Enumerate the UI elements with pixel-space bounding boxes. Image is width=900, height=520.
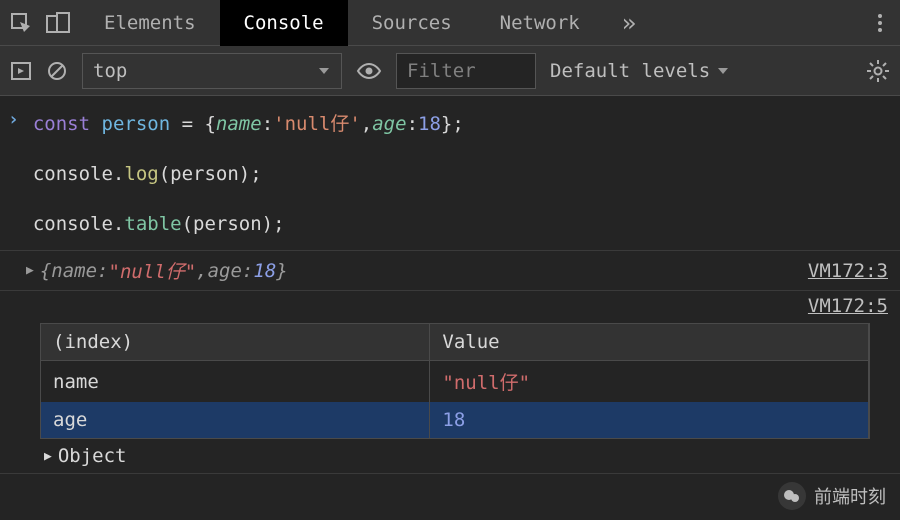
brace: { [204, 113, 215, 135]
identifier: person [102, 113, 171, 135]
comma: , [361, 113, 372, 135]
brace: }; [441, 113, 464, 135]
colon: : [262, 113, 273, 135]
out-number: 18 [253, 260, 276, 282]
property: name [216, 113, 262, 135]
chevron-down-icon [317, 64, 331, 78]
expand-triangle-icon[interactable]: ▶ [44, 449, 52, 464]
out-prop: age [208, 260, 242, 282]
operator: = [170, 113, 204, 135]
th-index[interactable]: (index) [41, 324, 430, 361]
table-row[interactable]: name "null仔" [41, 361, 869, 403]
value-number: 18 [442, 409, 465, 431]
tab-elements[interactable]: Elements [80, 0, 220, 46]
comma: , [196, 260, 207, 282]
dot: . [113, 213, 124, 235]
table-source-row: VM172:5 [0, 291, 900, 323]
brace: { [40, 260, 51, 282]
filter-input[interactable]: Filter [396, 53, 536, 89]
inspect-tools [0, 12, 80, 34]
method: log [124, 163, 158, 185]
tab-sources[interactable]: Sources [348, 0, 476, 46]
inspect-element-icon[interactable] [10, 12, 32, 34]
devtools-menu-icon[interactable] [860, 0, 900, 46]
console-toolbar: top Filter Default levels [0, 46, 900, 96]
context-label: top [93, 60, 127, 82]
args: (person); [182, 213, 285, 235]
chevron-down-icon [716, 64, 730, 78]
identifier: console [33, 213, 113, 235]
expand-triangle-icon[interactable]: ▶ [26, 263, 34, 278]
table-row[interactable]: age 18 [41, 402, 869, 438]
cell-value: 18 [430, 402, 869, 438]
more-tabs-button[interactable]: » [604, 9, 654, 37]
method: table [124, 213, 181, 235]
value-string: "null仔" [442, 372, 530, 394]
brace: } [276, 260, 287, 282]
watermark: 前端时刻 [778, 482, 886, 510]
levels-label: Default levels [550, 60, 710, 82]
log-output-row[interactable]: ▶ {name: "null仔", age: 18} VM172:3 [0, 251, 900, 291]
source-link[interactable]: VM172:5 [808, 295, 888, 317]
console-input-row[interactable]: › const person = {name:'null仔',age:18}; … [0, 96, 900, 251]
log-levels-select[interactable]: Default levels [550, 60, 730, 82]
prompt-caret-icon: › [8, 106, 19, 134]
wechat-icon [778, 482, 806, 510]
string-literal: 'null仔' [273, 113, 361, 135]
watermark-text: 前端时刻 [814, 483, 886, 509]
console-output: › const person = {name:'null仔',age:18}; … [0, 96, 900, 474]
console-table: (index) Value name "null仔" age 18 [40, 323, 870, 439]
clear-console-icon[interactable] [46, 60, 68, 82]
cell-key: name [41, 361, 430, 403]
tab-console[interactable]: Console [220, 0, 348, 46]
object-expand-row[interactable]: ▶ Object [0, 439, 900, 474]
source-link[interactable]: VM172:3 [808, 260, 888, 282]
cell-key: age [41, 402, 430, 438]
colon: : [97, 260, 108, 282]
property: age [372, 113, 406, 135]
devtools-tabbar: Elements Console Sources Network » [0, 0, 900, 46]
args: (person); [159, 163, 262, 185]
out-prop: name [51, 260, 97, 282]
execution-context-select[interactable]: top [82, 53, 342, 89]
dot: . [113, 163, 124, 185]
code-block: const person = {name:'null仔',age:18}; co… [33, 106, 464, 242]
number-literal: 18 [418, 113, 441, 135]
object-label: Object [58, 445, 127, 467]
filter-placeholder: Filter [407, 60, 476, 82]
keyword-const: const [33, 113, 90, 135]
table-header-row: (index) Value [41, 324, 869, 361]
identifier: console [33, 163, 113, 185]
colon: : [242, 260, 253, 282]
th-value[interactable]: Value [430, 324, 869, 361]
colon: : [407, 113, 418, 135]
live-expression-icon[interactable] [356, 61, 382, 81]
console-sidebar-toggle-icon[interactable] [10, 60, 32, 82]
out-string: "null仔" [109, 257, 197, 284]
tab-network[interactable]: Network [476, 0, 604, 46]
console-settings-icon[interactable] [866, 59, 890, 83]
cell-value: "null仔" [430, 361, 869, 403]
device-toolbar-icon[interactable] [46, 12, 70, 34]
